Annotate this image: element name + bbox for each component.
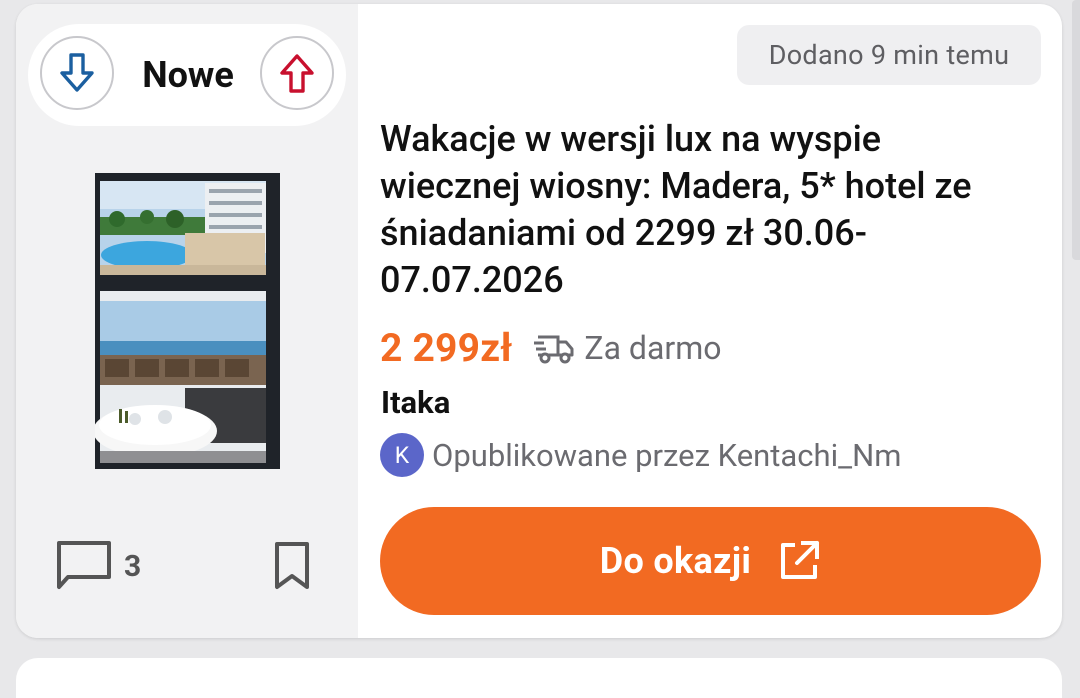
deal-card[interactable]: Nowe 3 Dodano 9 min temu Wakacje w wersj… — [16, 4, 1062, 638]
go-to-deal-label: Do okazji — [599, 540, 752, 582]
comment-icon — [57, 541, 111, 589]
poster-info[interactable]: K Opublikowane przez Kentachi_Nm — [380, 430, 901, 480]
bookmark-button[interactable] — [270, 536, 314, 596]
go-to-deal-button[interactable]: Do okazji — [380, 507, 1041, 615]
bookmark-icon — [275, 542, 309, 589]
arrow-up-icon — [280, 54, 314, 93]
arrow-down-icon — [60, 53, 94, 92]
deal-sidebar: Nowe 3 — [16, 4, 358, 638]
posted-time-badge: Dodano 9 min temu — [737, 25, 1041, 85]
merchant-name[interactable]: Itaka — [381, 384, 450, 421]
shipping-label: Za darmo — [584, 329, 722, 367]
comments-button[interactable]: 3 — [54, 536, 141, 596]
deal-price: 2 299zł — [380, 325, 513, 371]
avatar: K — [380, 433, 424, 477]
vote-widget: Nowe — [28, 24, 346, 126]
shipping-info: Za darmo — [534, 329, 722, 367]
hotel-photo-image — [95, 181, 266, 463]
comments-count: 3 — [124, 548, 142, 584]
deal-thumbnail[interactable] — [95, 173, 280, 469]
external-link-icon — [777, 539, 821, 583]
vote-status-label: Nowe — [142, 54, 234, 96]
vote-up-button[interactable] — [260, 36, 334, 110]
price-row: 2 299zł Za darmo — [380, 320, 722, 376]
vote-down-button[interactable] — [40, 36, 114, 110]
scroll-edge — [1072, 0, 1080, 260]
deal-title[interactable]: Wakacje w wersji lux na wyspie wiecznej … — [380, 116, 1000, 304]
next-deal-card[interactable] — [16, 658, 1062, 698]
posted-by-label: Opublikowane przez Kentachi_Nm — [432, 436, 902, 474]
delivery-truck-icon — [534, 335, 574, 364]
